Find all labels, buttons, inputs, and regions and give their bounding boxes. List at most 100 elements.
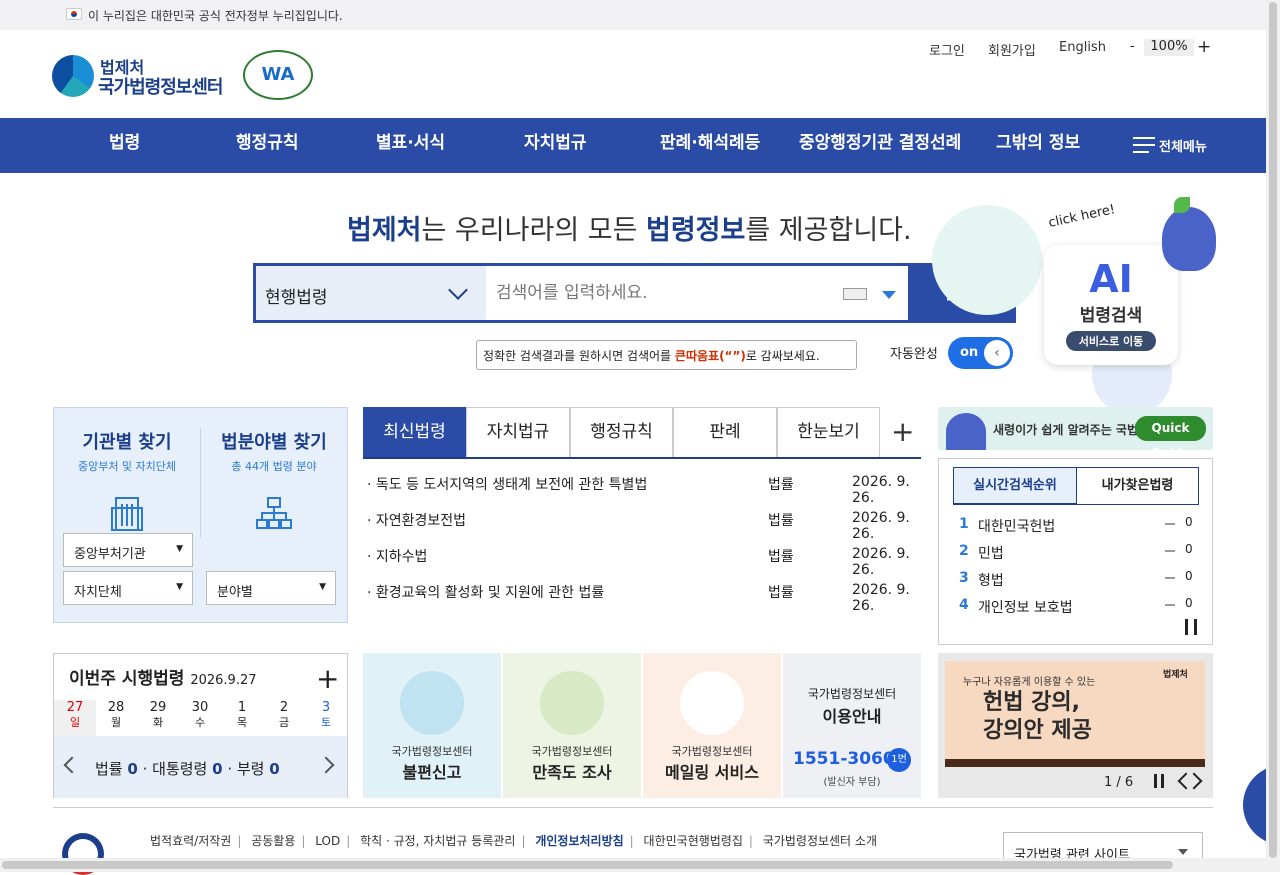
nav-admin-rules[interactable]: 행정규칙 [236, 118, 299, 173]
list-item[interactable]: · 자연환경보전법 법률 2026. 9. 26. [363, 506, 921, 542]
list-item[interactable]: · 환경교육의 활성화 및 지원에 관한 법률 법률 2026. 9. 26. [363, 578, 921, 614]
usage-guide[interactable]: 국가법령정보센터 이용안내 1551-3060 1번 (발신자 부담) [783, 653, 921, 798]
guide-phone: 1551-3060 [793, 749, 895, 769]
law-title[interactable]: · 지하수법 [367, 546, 427, 566]
horizontal-scrollbar[interactable] [0, 858, 1266, 872]
day-cell[interactable]: 27 일 [54, 700, 96, 736]
chevron-right-icon[interactable] [317, 756, 335, 774]
nav-forms[interactable]: 별표·서식 [376, 118, 445, 173]
rank-change-dash [1165, 604, 1175, 606]
weekly-more-button[interactable]: + [316, 662, 339, 695]
hero-title-bold1: 법제처 [347, 215, 422, 246]
footer-link-statutes-book[interactable]: 대한민국현행법령집 [644, 834, 743, 848]
zoom-out-button[interactable]: - [1130, 39, 1135, 54]
law-date: 2026. 9. 26. [852, 510, 910, 542]
footer-link-copyright[interactable]: 법적효력/저작권 [150, 834, 231, 848]
search-tip-post: 로 감싸보세요. [745, 349, 820, 363]
banner-pagination: 1 / 6 [1104, 775, 1134, 790]
tab-my-searched[interactable]: 내가찾은법령 [1076, 467, 1199, 505]
complaint-service[interactable]: 국가법령정보센터 불편신고 [363, 653, 501, 798]
nav-central-decisions[interactable]: 중앙행정기관 결정선례 [799, 118, 961, 173]
ai-go-button[interactable]: 서비스로 이동 [1065, 331, 1157, 351]
list-item[interactable]: 2 민법 0 [957, 541, 1197, 568]
tab-admin-rules[interactable]: 행정규칙 [570, 407, 673, 457]
day-cell[interactable]: 28 월 [95, 700, 137, 736]
field-finder-sub: 총 44개 법령 분야 [231, 460, 317, 473]
law-title[interactable]: · 독도 등 도서지역의 생태계 보전에 관한 특별법 [367, 474, 647, 494]
decree-count[interactable]: 0 [212, 760, 222, 778]
day-weekday: 일 [69, 716, 81, 729]
tab-latest-laws[interactable]: 최신법령 [363, 407, 466, 457]
day-weekday: 수 [194, 716, 206, 729]
pause-icon[interactable] [1154, 774, 1164, 788]
local-gov-select[interactable]: 자치단체 [63, 571, 193, 605]
list-item[interactable]: · 독도 등 도서지역의 생태계 보전에 관한 특별법 법률 2026. 9. … [363, 470, 921, 506]
rank-change: 0 [1185, 569, 1193, 583]
tabs-more-button[interactable]: + [891, 415, 914, 448]
footer-link-lod[interactable]: LOD [315, 834, 340, 848]
day-cell[interactable]: 29 화 [137, 700, 179, 736]
pause-icon[interactable] [1185, 619, 1197, 635]
search-category-select[interactable]: 현행법령 [256, 266, 486, 320]
english-link[interactable]: English [1059, 40, 1106, 55]
nav-law[interactable]: 법령 [109, 118, 140, 173]
search-input[interactable] [496, 278, 836, 308]
footer-link-about[interactable]: 국가법령정보센터 소개 [763, 834, 877, 848]
rank-name[interactable]: 대한민국헌법 [978, 516, 1055, 536]
main-nav: 법령 행정규칙 별표·서식 자치법규 판례·해석례등 중앙행정기관 결정선례 그… [0, 118, 1266, 173]
footer-link-registration[interactable]: 학칙 · 규정, 자치법규 등록관리 [360, 834, 515, 848]
rank-name[interactable]: 형법 [978, 570, 1004, 590]
join-link[interactable]: 회원가입 [988, 40, 1036, 59]
service-sub: 국가법령정보센터 [391, 745, 473, 758]
scrollbar-thumb[interactable] [1269, 2, 1277, 858]
law-title[interactable]: · 환경교육의 활성화 및 지원에 관한 법률 [367, 582, 604, 602]
day-num: 2 [279, 700, 289, 715]
login-link[interactable]: 로그인 [929, 40, 965, 59]
day-cell[interactable]: 30 수 [179, 700, 221, 736]
law-title[interactable]: · 자연환경보전법 [367, 510, 466, 530]
weekly-summary: 법률 0 · 대통령령 0 · 부령 0 [54, 736, 347, 798]
list-item[interactable]: 4 개인정보 보호법 0 [957, 595, 1197, 622]
dropdown-triangle-icon[interactable] [882, 291, 896, 299]
mailing-service[interactable]: 국가법령정보센터 메일링 서비스 [643, 653, 781, 798]
gov-notice-text: 이 누리집은 대한민국 공식 전자정부 누리집입니다. [88, 9, 343, 23]
law-date: 2026. 9. 26. [852, 582, 910, 614]
ai-search-card[interactable]: AI 법령검색 서비스로 이동 [1044, 245, 1178, 365]
rank-name[interactable]: 개인정보 보호법 [978, 597, 1073, 617]
tab-overview[interactable]: 한눈보기 [777, 407, 880, 457]
tab-precedents[interactable]: 판례 [673, 407, 777, 457]
rank-name[interactable]: 민법 [978, 543, 1004, 563]
day-cell[interactable]: 3토 [305, 700, 347, 736]
ordinance-count[interactable]: 0 [269, 760, 279, 778]
footer-link-privacy[interactable]: 개인정보처리방침 [535, 834, 623, 848]
field-select[interactable]: 분야별 [206, 571, 336, 605]
quick-guide-button[interactable]: Quick Guide [1135, 416, 1206, 460]
list-item[interactable]: · 지하수법 법률 2026. 9. 26. [363, 542, 921, 578]
day-cell[interactable]: 2금 [263, 700, 305, 736]
list-item[interactable]: 1 대한민국헌법 0 [957, 514, 1197, 541]
ai-title: 법령검색 [1079, 306, 1143, 326]
survey-service[interactable]: 국가법령정보센터 만족도 조사 [503, 653, 641, 798]
footer-link-sharing[interactable]: 공동활용 [251, 834, 295, 848]
day-cell[interactable]: 1목 [221, 700, 263, 736]
tab-realtime-ranking[interactable]: 실시간검색순위 [953, 467, 1077, 505]
nav-precedents[interactable]: 판례·해석례등 [660, 118, 760, 173]
law-count[interactable]: 0 [127, 760, 137, 778]
rank-number: 4 [959, 597, 969, 613]
ai-search-banner[interactable]: click here! AI 법령검색 서비스로 이동 [932, 185, 1266, 415]
quick-guide-banner[interactable]: 새령이가 쉽게 알려주는 국법 Quick Guide [938, 407, 1213, 460]
nav-local-laws[interactable]: 자치법규 [524, 118, 587, 173]
list-item[interactable]: 3 형법 0 [957, 568, 1197, 595]
vertical-scrollbar[interactable] [1266, 0, 1280, 872]
ministry-select[interactable]: 중앙부처기관 [63, 533, 193, 567]
tab-local-laws[interactable]: 자치법규 [466, 407, 570, 457]
nav-other-info[interactable]: 그밖의 정보 [996, 118, 1080, 173]
day-num: 3 [321, 700, 331, 715]
site-logo[interactable]: 법제처 국가법령정보센터 [52, 52, 232, 98]
chevron-left-icon[interactable] [63, 756, 81, 774]
scrollbar-thumb[interactable] [2, 861, 1173, 869]
zoom-in-button[interactable]: + [1197, 37, 1211, 57]
lecture-banner-image[interactable]: 누구나 자유롭게 이용할 수 있는 법제처 헌법 강의, 강의안 제공 [945, 661, 1205, 767]
keyboard-icon[interactable] [843, 288, 867, 300]
autocomplete-toggle[interactable]: on ‹ [948, 337, 1013, 369]
